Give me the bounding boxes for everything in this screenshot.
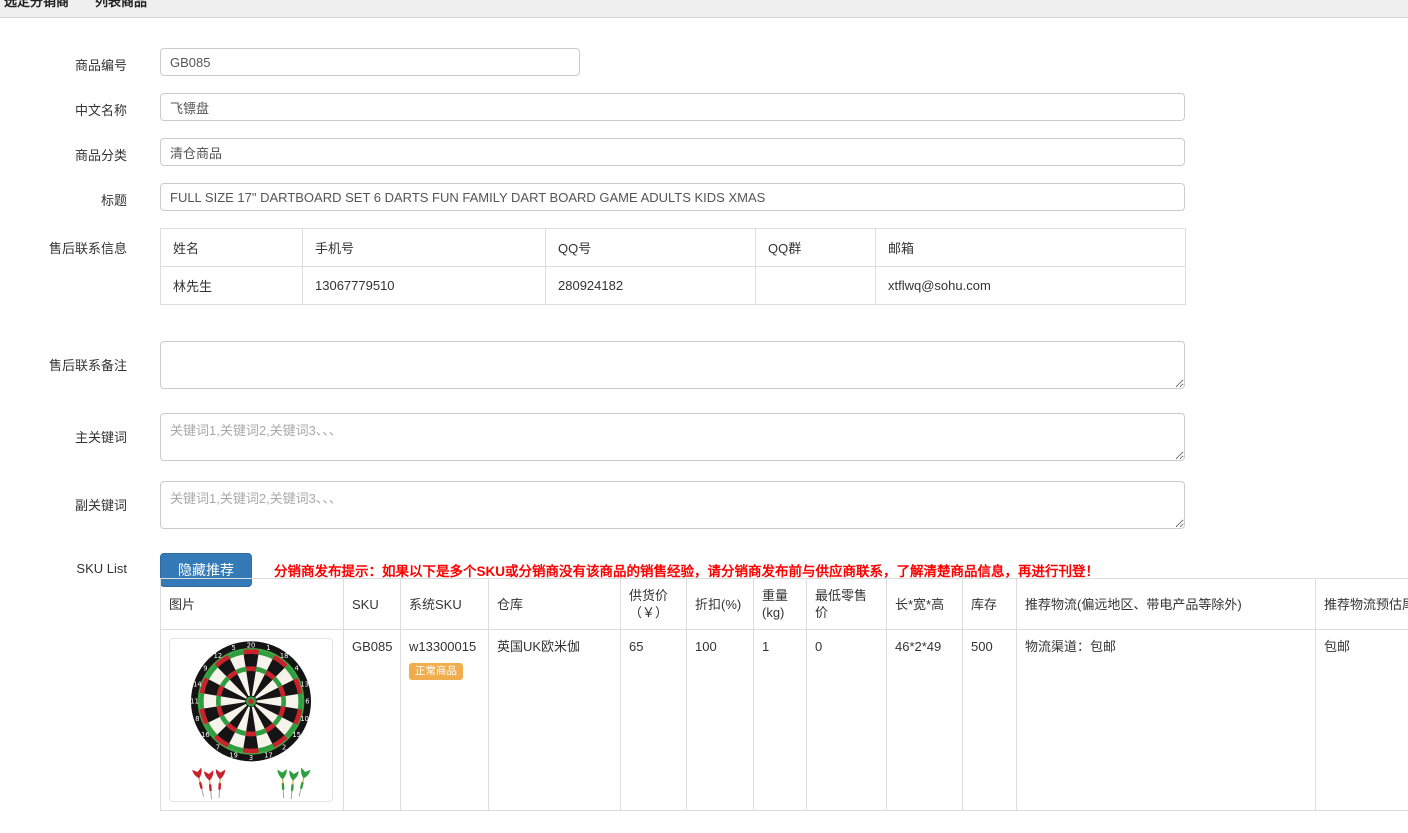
- contact-header-qq-group: QQ群: [755, 228, 876, 267]
- product-edit-form: 商品编号 中文名称 商品分类 标题 售后联系信息 姓名 手机号 QQ号 QQ群 …: [0, 18, 1408, 811]
- status-badge: 正常商品: [409, 663, 463, 680]
- svg-text:11: 11: [190, 698, 198, 706]
- svg-text:15: 15: [292, 731, 300, 739]
- sku-header-logistics: 推荐物流(偏远地区、带电产品等除外): [1016, 578, 1316, 630]
- main-keywords-textarea[interactable]: [160, 413, 1185, 461]
- sub-keywords-textarea[interactable]: [160, 481, 1185, 529]
- green-darts: [277, 767, 311, 800]
- sku-header-dimensions: 长*宽*高: [886, 578, 963, 630]
- stock-value: 500: [962, 629, 1017, 811]
- title-label: 标题: [100, 193, 127, 208]
- dimensions-value: 46*2*49: [886, 629, 963, 811]
- sku-header-weight: 重量(kg): [753, 578, 807, 630]
- sku-header-logistics-estimate: 推荐物流预估尾: [1315, 578, 1408, 630]
- chinese-name-row: 中文名称: [0, 93, 1408, 121]
- sku-table: 图片 SKU 系统SKU 仓库 供货价（￥） 折扣(%) 重量(kg) 最低零售…: [160, 578, 1408, 811]
- product-code-label: 商品编号: [74, 58, 127, 73]
- contact-header-name: 姓名: [160, 228, 303, 267]
- svg-text:6: 6: [305, 698, 309, 706]
- chinese-name-label: 中文名称: [74, 103, 127, 118]
- product-code-row: 商品编号: [0, 48, 1408, 76]
- contact-data-row: 林先生 13067779510 280924182 xtflwq@sohu.co…: [160, 266, 1186, 305]
- svg-text:7: 7: [216, 743, 220, 751]
- product-image[interactable]: 20 1 18 4 13 6 10 15 2 17 3 19 7 16 8 11 14 9 12 5: [169, 638, 333, 802]
- contact-header-email: 邮箱: [875, 228, 1186, 267]
- svg-text:1: 1: [266, 644, 270, 652]
- contact-phone-value: 13067779510: [302, 266, 546, 305]
- sku-header-discount: 折扣(%): [686, 578, 754, 630]
- nav-item-listed-products[interactable]: 列表商品: [95, 0, 147, 10]
- category-input[interactable]: [160, 138, 1185, 166]
- sku-header-supply-price: 供货价（￥）: [620, 578, 687, 630]
- contact-info-label: 售后联系信息: [48, 241, 127, 256]
- weight-value: 1: [753, 629, 807, 811]
- contact-header-row: 姓名 手机号 QQ号 QQ群 邮箱: [160, 228, 1186, 267]
- contact-email-value: xtflwq@sohu.com: [875, 266, 1186, 305]
- category-label: 商品分类: [74, 148, 127, 163]
- recommended-logistics-value: 物流渠道：包邮: [1016, 629, 1316, 811]
- svg-text:18: 18: [280, 652, 288, 660]
- sku-data-row: 20 1 18 4 13 6 10 15 2 17 3 19 7 16 8 11 14 9 12 5: [160, 629, 1408, 811]
- system-sku-value: w13300015: [409, 639, 477, 654]
- title-row: 标题: [0, 183, 1408, 211]
- sku-header-row: 图片 SKU 系统SKU 仓库 供货价（￥） 折扣(%) 重量(kg) 最低零售…: [160, 578, 1408, 630]
- sku-header-system-sku: 系统SKU: [400, 578, 489, 630]
- svg-text:5: 5: [231, 644, 235, 652]
- sku-header-stock: 库存: [962, 578, 1017, 630]
- contact-qq-group-value: [755, 266, 876, 305]
- svg-text:4: 4: [294, 665, 298, 673]
- svg-text:8: 8: [195, 715, 199, 723]
- after-sale-remark-label: 售后联系备注: [48, 358, 127, 373]
- svg-text:13: 13: [300, 680, 308, 688]
- sku-table-row: 图片 SKU 系统SKU 仓库 供货价（￥） 折扣(%) 重量(kg) 最低零售…: [0, 578, 1408, 811]
- sku-image-cell: 20 1 18 4 13 6 10 15 2 17 3 19 7 16 8 11 14 9 12 5: [160, 629, 344, 811]
- category-row: 商品分类: [0, 138, 1408, 166]
- distributor-publish-notice: 分销商发布提示：如果以下是多个SKU或分销商没有该商品的销售经验，请分销商发布前…: [274, 564, 1100, 579]
- contact-header-qq: QQ号: [545, 228, 756, 267]
- contact-info-table: 姓名 手机号 QQ号 QQ群 邮箱 林先生 13067779510 280924…: [160, 228, 1186, 305]
- svg-text:9: 9: [203, 665, 207, 673]
- top-nav-bar: 选定分销商 列表商品: [0, 0, 1408, 18]
- system-sku-cell: w13300015 正常商品: [400, 629, 489, 811]
- sku-header-image: 图片: [160, 578, 344, 630]
- svg-text:16: 16: [201, 731, 209, 739]
- svg-text:14: 14: [193, 680, 201, 688]
- main-keywords-row: 主关键词: [0, 413, 1408, 466]
- dartboard-image: 20 1 18 413 6 1015 2 17 3 19 7 168 11 149 12 5: [190, 641, 311, 800]
- sku-list-label: SKU List: [76, 561, 127, 576]
- main-keywords-label: 主关键词: [74, 430, 127, 445]
- sku-header-warehouse: 仓库: [488, 578, 621, 630]
- contact-header-phone: 手机号: [302, 228, 546, 267]
- product-code-input[interactable]: [160, 48, 580, 76]
- estimated-logistics-value: 包邮: [1315, 629, 1408, 811]
- title-input[interactable]: [160, 183, 1185, 211]
- contact-qq-value: 280924182: [545, 266, 756, 305]
- svg-text:3: 3: [249, 754, 253, 762]
- sku-header-min-retail: 最低零售价: [806, 578, 887, 630]
- sku-value: GB085: [343, 629, 401, 811]
- min-retail-value: 0: [806, 629, 887, 811]
- contact-name-value: 林先生: [160, 266, 303, 305]
- nav-item-distributor[interactable]: 选定分销商: [4, 0, 69, 10]
- chinese-name-input[interactable]: [160, 93, 1185, 121]
- supply-price-value: 65: [620, 629, 687, 811]
- discount-value: 100: [686, 629, 754, 811]
- svg-text:2: 2: [282, 743, 286, 751]
- sub-keywords-row: 副关键词: [0, 481, 1408, 534]
- after-sale-remark-row: 售后联系备注: [0, 341, 1408, 394]
- sku-header-sku: SKU: [343, 578, 401, 630]
- sub-keywords-label: 副关键词: [74, 498, 127, 513]
- warehouse-value: 英国UK欧米伽: [488, 629, 621, 811]
- red-darts: [192, 767, 226, 800]
- svg-text:12: 12: [214, 652, 222, 660]
- svg-text:20: 20: [247, 641, 255, 649]
- svg-text:19: 19: [229, 751, 237, 759]
- contact-info-row: 售后联系信息 姓名 手机号 QQ号 QQ群 邮箱 林先生 13067779510…: [0, 228, 1408, 305]
- svg-text:17: 17: [264, 751, 272, 759]
- after-sale-remark-textarea[interactable]: [160, 341, 1185, 389]
- svg-text:10: 10: [300, 715, 308, 723]
